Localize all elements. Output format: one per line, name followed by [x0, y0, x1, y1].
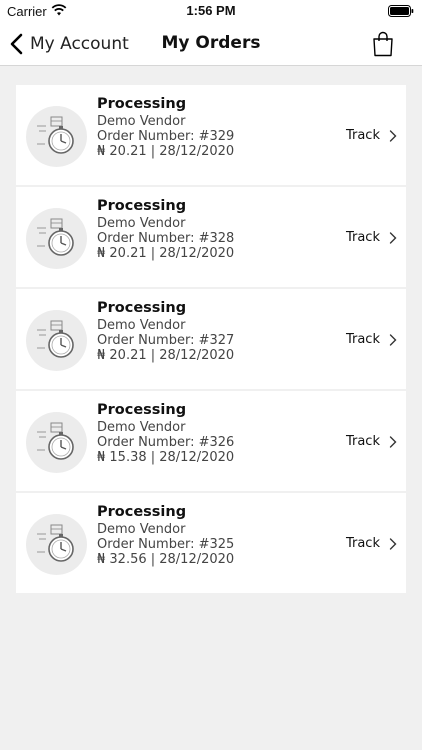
order-status: Processing [97, 96, 187, 112]
chevron-right-icon [389, 333, 397, 346]
order-amount-date: ₦ 20.21 | 28/12/2020 [97, 348, 235, 363]
order-card[interactable]: Processing Demo Vendor Order Number: #32… [16, 493, 406, 593]
delivery-stopwatch-icon [37, 218, 74, 256]
track-label: Track [345, 128, 380, 143]
track-label: Track [345, 434, 380, 449]
delivery-stopwatch-icon [37, 422, 74, 460]
chevron-right-icon [389, 435, 397, 448]
orders-list: Processing Demo Vendor Order Number: #32… [16, 85, 406, 595]
delivery-stopwatch-icon [37, 320, 74, 358]
order-vendor: Demo Vendor [97, 420, 186, 435]
order-avatar [26, 208, 87, 269]
order-status: Processing [97, 504, 187, 520]
track-button[interactable]: Track [346, 230, 398, 245]
back-button[interactable]: My Account [8, 28, 129, 60]
order-vendor: Demo Vendor [97, 522, 186, 537]
order-avatar [26, 514, 87, 575]
order-card[interactable]: Processing Demo Vendor Order Number: #32… [16, 289, 406, 389]
order-amount-date: ₦ 20.21 | 28/12/2020 [97, 144, 235, 159]
track-button[interactable]: Track [346, 434, 398, 449]
order-card[interactable]: Processing Demo Vendor Order Number: #32… [16, 391, 406, 491]
chevron-right-icon [389, 537, 397, 550]
order-vendor: Demo Vendor [97, 114, 186, 129]
order-avatar [26, 106, 87, 167]
order-avatar [26, 412, 87, 473]
order-number: Order Number: #325 [97, 537, 235, 552]
order-status: Processing [97, 198, 187, 214]
order-number: Order Number: #327 [97, 333, 235, 348]
status-bar: Carrier 1:56 PM [0, 0, 422, 22]
battery-icon [388, 5, 414, 17]
order-amount-date: ₦ 20.21 | 28/12/2020 [97, 246, 235, 261]
back-label: My Account [30, 34, 129, 54]
order-number: Order Number: #328 [97, 231, 235, 246]
chevron-right-icon [389, 231, 397, 244]
status-time: 1:56 PM [186, 3, 236, 18]
order-avatar [26, 310, 87, 371]
order-card[interactable]: Processing Demo Vendor Order Number: #32… [16, 85, 406, 185]
shopping-bag-icon[interactable] [372, 31, 394, 57]
order-status: Processing [97, 402, 187, 418]
order-status: Processing [97, 300, 187, 316]
track-label: Track [345, 536, 380, 551]
order-amount-date: ₦ 15.38 | 28/12/2020 [97, 450, 235, 465]
chevron-left-icon [10, 33, 23, 55]
track-button[interactable]: Track [346, 128, 398, 143]
delivery-stopwatch-icon [37, 524, 74, 562]
order-vendor: Demo Vendor [97, 318, 186, 333]
order-number: Order Number: #329 [97, 129, 235, 144]
track-label: Track [345, 332, 380, 347]
navigation-bar: My Account My Orders [0, 22, 422, 66]
order-card[interactable]: Processing Demo Vendor Order Number: #32… [16, 187, 406, 287]
order-number: Order Number: #326 [97, 435, 235, 450]
track-button[interactable]: Track [346, 332, 398, 347]
delivery-stopwatch-icon [37, 116, 74, 154]
track-label: Track [345, 230, 380, 245]
chevron-right-icon [389, 129, 397, 142]
order-amount-date: ₦ 32.56 | 28/12/2020 [97, 552, 235, 567]
track-button[interactable]: Track [346, 536, 398, 551]
order-vendor: Demo Vendor [97, 216, 186, 231]
